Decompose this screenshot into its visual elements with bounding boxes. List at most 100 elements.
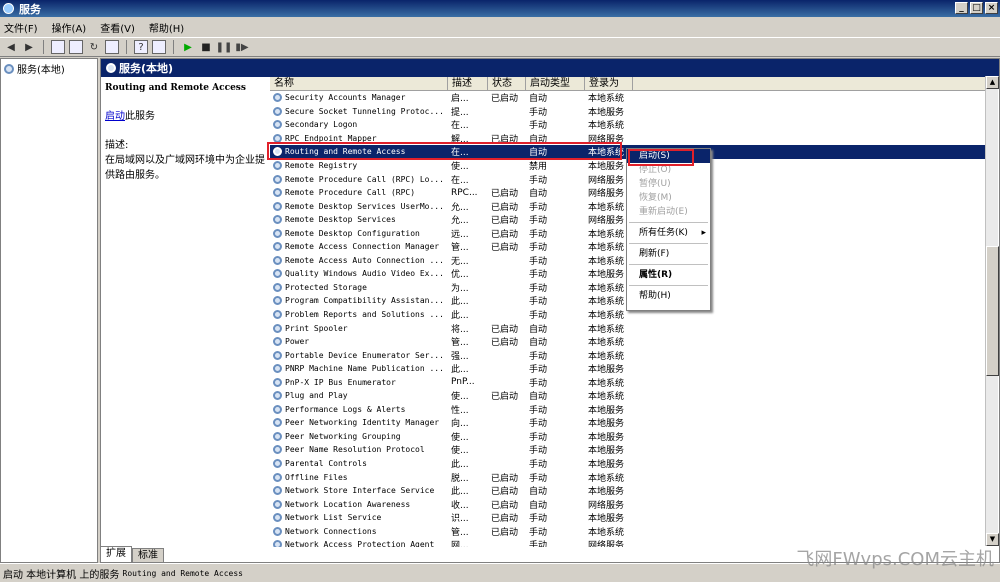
table-row[interactable]: Print Spooler 将... 已启动 自动 本地系统 [270, 321, 986, 335]
service-desc-cell: 脱... [451, 473, 469, 484]
service-name-cell: Remote Procedure Call (RPC) Lo... [270, 174, 448, 184]
service-desc-cell: 强... [451, 351, 469, 362]
pause-service-icon[interactable]: ❚❚ [216, 40, 233, 54]
menu-separator [629, 243, 708, 244]
menu-item-refresh[interactable]: 刷新(F) [627, 247, 710, 261]
tab-extended[interactable]: 扩展 [100, 546, 132, 562]
table-row[interactable]: Portable Device Enumerator Ser... 强... 手动 本… [270, 348, 986, 362]
service-gear-icon [273, 106, 282, 116]
show-hide-tree-icon[interactable] [51, 40, 65, 54]
service-logon-cell: 本地系统 [588, 338, 625, 349]
service-startup-type-cell: 自动 [529, 487, 548, 498]
table-row[interactable]: Peer Networking Grouping 使... 手动 本地服务 [270, 430, 986, 444]
service-name-text: Peer Networking Identity Manager [285, 418, 440, 428]
column-header-description[interactable]: 描述 [448, 77, 488, 90]
services-gear-icon [106, 63, 116, 73]
table-row[interactable]: Peer Networking Identity Manager 向... 手动 本地… [270, 416, 986, 430]
tree-item-services-local[interactable]: 服务(本地) [1, 59, 97, 78]
menu-help[interactable]: 帮助(H) [149, 20, 184, 35]
selected-service-name: Routing and Remote Access [105, 83, 246, 93]
export-list-icon[interactable] [105, 40, 119, 54]
service-startup-type-cell: 自动 [529, 94, 548, 105]
table-row[interactable]: Network List Service 识... 已启动 手动 本地服务 [270, 511, 986, 525]
menu-item-properties[interactable]: 属性(R) [627, 268, 710, 282]
table-row[interactable]: Network Store Interface Service 此... 已启动 自动… [270, 484, 986, 498]
service-desc-cell: 此... [451, 311, 469, 322]
service-name-cell: PnP-X IP Bus Enumerator [270, 377, 448, 387]
service-name-text: Remote Desktop Services [285, 215, 396, 225]
scroll-up-arrow-icon[interactable]: ▲ [986, 76, 999, 89]
window-controls: _ □ × [955, 2, 998, 14]
menu-item-label: 刷新(F) [639, 249, 670, 259]
start-service-icon[interactable]: ▶ [181, 40, 195, 54]
highlight-box-start-item [628, 149, 694, 166]
status-service-name: Routing and Remote Access [122, 568, 243, 578]
tab-standard[interactable]: 标准 [132, 548, 164, 562]
back-arrow-icon[interactable]: ◀ [4, 40, 18, 54]
service-name-text: Remote Access Auto Connection ... [285, 255, 444, 265]
service-status-cell: 已启动 [491, 216, 519, 227]
menu-item-label: 停止(O) [639, 165, 672, 175]
menu-item-pause: 暂停(U) [627, 177, 710, 191]
start-service-link[interactable]: 启动 [105, 111, 125, 122]
table-row[interactable]: Power 管... 已启动 自动 本地系统 [270, 335, 986, 349]
service-status-cell: 已启动 [491, 229, 519, 240]
table-row[interactable]: PnP-X IP Bus Enumerator PnP... 手动 本地系统 [270, 375, 986, 389]
service-name-cell: Quality Windows Audio Video Ex... [270, 269, 448, 279]
menu-item-help[interactable]: 帮助(H) [627, 289, 710, 303]
service-desc-cell: 远... [451, 229, 469, 240]
menu-view[interactable]: 查看(V) [100, 20, 135, 35]
scrollbar-thumb[interactable] [986, 246, 999, 376]
toolbar-separator [173, 40, 174, 54]
service-name-cell: Security Accounts Manager [270, 93, 448, 103]
service-desc-cell: 在... [451, 121, 469, 132]
menu-file[interactable]: 文件(F) [4, 20, 38, 35]
service-desc-cell: 识... [451, 514, 469, 525]
service-desc-cell: 优... [451, 270, 469, 281]
stop-service-icon[interactable]: ■ [199, 40, 213, 54]
menu-item-restart: 重新启动(E) [627, 205, 710, 219]
service-logon-cell: 本地服务 [588, 107, 625, 118]
column-header-startup-type[interactable]: 启动类型 [526, 77, 585, 90]
table-row[interactable]: Network Connections 管... 已启动 手动 本地系统 [270, 525, 986, 539]
help-icon[interactable]: ? [134, 40, 148, 54]
table-row[interactable]: Performance Logs & Alerts 性... 手动 本地服务 [270, 403, 986, 417]
watermark: 飞网FWvps.COM云主机 [796, 549, 994, 570]
table-row[interactable]: Parental Controls 此... 手动 本地服务 [270, 457, 986, 471]
restart-service-icon[interactable]: ▮▶ [235, 40, 249, 54]
service-startup-type-cell: 手动 [529, 514, 548, 525]
column-header-name[interactable]: 名称 [270, 77, 448, 90]
close-button[interactable]: × [985, 2, 998, 14]
table-row[interactable]: Secondary Logon 在... 手动 本地系统 [270, 118, 986, 132]
refresh-icon[interactable]: ↻ [87, 40, 101, 54]
table-row[interactable]: Peer Name Resolution Protocol 使... 手动 本地服务 [270, 443, 986, 457]
column-header-logon-as[interactable]: 登录为 [585, 77, 633, 90]
vertical-scrollbar[interactable]: ▲ ▼ [985, 76, 999, 546]
table-row[interactable]: PNRP Machine Name Publication ... 此... 手动 本… [270, 362, 986, 376]
table-row[interactable]: Plug and Play 使... 已启动 自动 本地系统 [270, 389, 986, 403]
service-logon-cell: 本地服务 [588, 487, 625, 498]
action-pane-icon[interactable] [152, 40, 166, 54]
service-gear-icon [273, 120, 282, 130]
table-row[interactable]: Secure Socket Tunneling Protoc... 提... 手动 本… [270, 105, 986, 119]
service-gear-icon [273, 472, 282, 482]
service-startup-type-cell: 手动 [529, 351, 548, 362]
service-gear-icon [273, 513, 282, 523]
table-row[interactable]: Offline Files 脱... 已启动 手动 本地系统 [270, 470, 986, 484]
table-row[interactable]: Security Accounts Manager 启... 已启动 自动 本地系统 [270, 91, 986, 105]
service-status-cell: 已启动 [491, 243, 519, 254]
forward-arrow-icon[interactable]: ▶ [22, 40, 36, 54]
minimize-button[interactable]: _ [955, 2, 968, 14]
service-startup-type-cell: 手动 [529, 527, 548, 538]
menu-action[interactable]: 操作(A) [52, 20, 87, 35]
service-name-cell: Problem Reports and Solutions ... [270, 310, 448, 320]
maximize-button[interactable]: □ [970, 2, 983, 14]
properties-sheet-icon[interactable] [69, 40, 83, 54]
service-name-text: Program Compatibility Assistan... [285, 296, 444, 306]
service-startup-type-cell: 自动 [529, 500, 548, 511]
menu-item-all-tasks[interactable]: 所有任务(K) ▸ [627, 226, 710, 240]
column-header-status[interactable]: 状态 [488, 77, 526, 90]
service-startup-type-cell: 手动 [529, 405, 548, 416]
service-desc-cell: 性... [451, 405, 469, 416]
table-row[interactable]: Network Location Awareness 收... 已启动 自动 网络服务 [270, 497, 986, 511]
